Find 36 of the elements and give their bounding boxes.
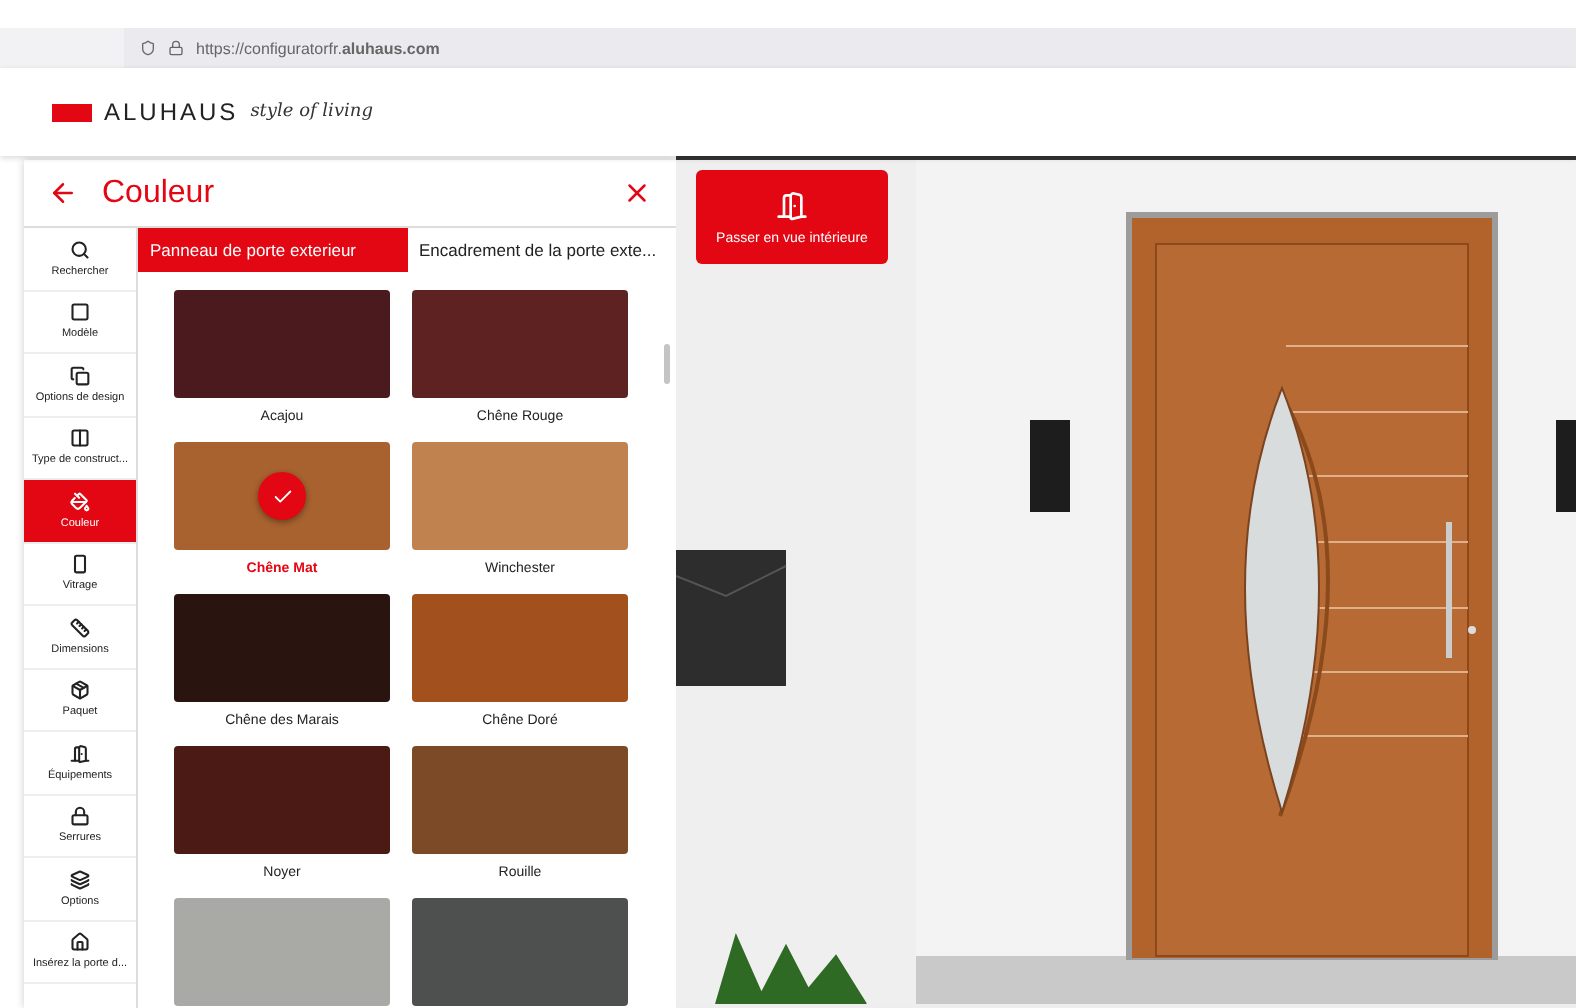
color-swatch[interactable]	[412, 898, 628, 1006]
lock-icon	[70, 806, 90, 827]
color-swatch[interactable]	[174, 290, 390, 398]
brand-name: ALUHAUS	[104, 98, 239, 126]
box-icon	[70, 680, 90, 701]
color-swatch[interactable]	[174, 746, 390, 854]
color-swatch[interactable]	[174, 442, 390, 550]
brand-tagline: style of living	[250, 102, 373, 122]
paint-bucket-icon	[70, 491, 90, 512]
door-icon	[70, 743, 90, 764]
color-swatch[interactable]	[174, 594, 390, 702]
shield-icon	[140, 40, 156, 56]
ruler-icon	[70, 617, 90, 638]
color-swatch[interactable]	[412, 746, 628, 854]
address-bar[interactable]: https://configuratorfr.aluhaus.com	[124, 28, 1576, 68]
url-text: https://configuratorfr.aluhaus.com	[196, 39, 440, 57]
search-icon	[70, 239, 90, 260]
vertical-rectangle-icon	[70, 554, 90, 575]
door-icon	[776, 189, 808, 221]
house-icon	[70, 932, 90, 953]
layers-icon	[70, 869, 90, 890]
color-swatch[interactable]	[174, 898, 390, 1006]
color-swatch[interactable]	[412, 442, 628, 550]
logo-mark-icon	[52, 103, 92, 121]
color-swatch[interactable]	[412, 290, 628, 398]
panel-title: Couleur	[102, 175, 217, 211]
check-icon	[258, 472, 306, 520]
columns-icon	[70, 428, 90, 449]
rectangle-icon	[70, 302, 90, 323]
scrollbar-thumb[interactable]	[664, 344, 670, 384]
copy-icon	[70, 365, 90, 386]
back-button[interactable]	[48, 178, 78, 208]
tab[interactable]: Panneau de porte exterieur	[138, 228, 407, 272]
color-swatch[interactable]	[412, 594, 628, 702]
close-button[interactable]	[622, 178, 652, 208]
lock-icon	[168, 40, 184, 56]
